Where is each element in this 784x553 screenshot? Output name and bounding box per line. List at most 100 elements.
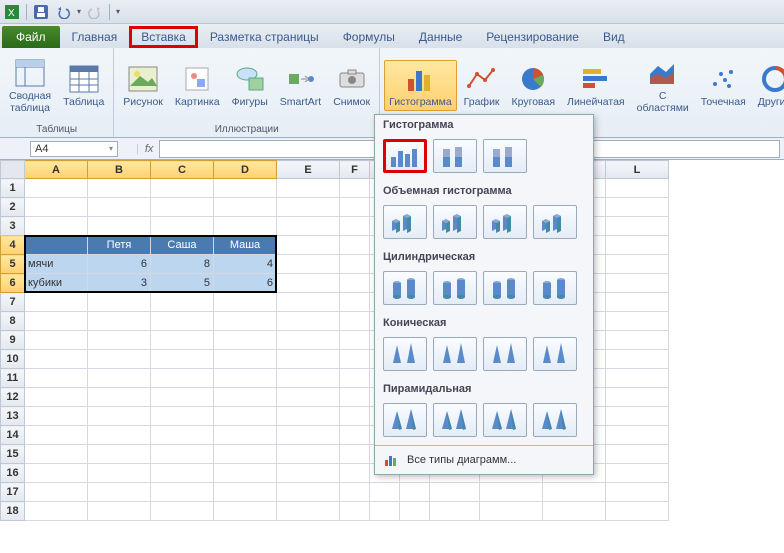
cell[interactable] bbox=[606, 426, 669, 445]
cell[interactable] bbox=[151, 331, 214, 350]
cell[interactable] bbox=[340, 255, 370, 274]
chart-type-option[interactable] bbox=[433, 271, 477, 305]
cell[interactable] bbox=[277, 255, 340, 274]
cell[interactable] bbox=[606, 502, 669, 521]
cell[interactable] bbox=[370, 502, 400, 521]
tab-view[interactable]: Вид bbox=[591, 26, 637, 48]
chart-type-option[interactable] bbox=[533, 337, 577, 371]
cell[interactable] bbox=[88, 350, 151, 369]
cell[interactable] bbox=[151, 198, 214, 217]
cell[interactable] bbox=[214, 407, 277, 426]
col-header[interactable]: A bbox=[25, 161, 88, 179]
cell[interactable] bbox=[277, 369, 340, 388]
cell[interactable] bbox=[25, 388, 88, 407]
cell[interactable] bbox=[25, 198, 88, 217]
cell[interactable] bbox=[277, 464, 340, 483]
cell[interactable] bbox=[214, 388, 277, 407]
cell[interactable] bbox=[606, 255, 669, 274]
cell[interactable] bbox=[277, 274, 340, 293]
cell[interactable] bbox=[340, 236, 370, 255]
cell[interactable] bbox=[214, 445, 277, 464]
row-header[interactable]: 12 bbox=[1, 388, 25, 407]
name-box-dropdown-icon[interactable]: ▾ bbox=[109, 144, 113, 153]
cell[interactable] bbox=[214, 483, 277, 502]
redo-icon[interactable] bbox=[87, 4, 103, 20]
cell[interactable] bbox=[340, 179, 370, 198]
cell[interactable] bbox=[214, 198, 277, 217]
row-header[interactable]: 6 bbox=[1, 274, 25, 293]
cell[interactable] bbox=[606, 293, 669, 312]
cell[interactable] bbox=[370, 483, 400, 502]
cell[interactable] bbox=[214, 217, 277, 236]
cell[interactable] bbox=[277, 483, 340, 502]
cell[interactable]: Саша bbox=[151, 236, 214, 255]
col-header[interactable]: L bbox=[606, 161, 669, 179]
cell[interactable] bbox=[88, 388, 151, 407]
cell[interactable] bbox=[430, 502, 480, 521]
row-header[interactable]: 8 bbox=[1, 312, 25, 331]
cell[interactable] bbox=[400, 502, 430, 521]
cell[interactable] bbox=[543, 483, 606, 502]
cell[interactable] bbox=[606, 388, 669, 407]
cell[interactable] bbox=[88, 331, 151, 350]
cell[interactable]: Петя bbox=[88, 236, 151, 255]
cell[interactable] bbox=[277, 331, 340, 350]
cell[interactable] bbox=[214, 369, 277, 388]
cell[interactable] bbox=[25, 236, 88, 255]
chart-type-option[interactable] bbox=[533, 271, 577, 305]
cell[interactable] bbox=[214, 464, 277, 483]
cell[interactable] bbox=[88, 426, 151, 445]
cell[interactable] bbox=[25, 483, 88, 502]
tab-review[interactable]: Рецензирование bbox=[474, 26, 591, 48]
cell[interactable] bbox=[340, 350, 370, 369]
cell[interactable] bbox=[25, 369, 88, 388]
cell[interactable] bbox=[25, 464, 88, 483]
pie-chart-button[interactable]: Круговая bbox=[507, 60, 561, 112]
cell[interactable] bbox=[606, 331, 669, 350]
row-header[interactable]: 13 bbox=[1, 407, 25, 426]
cell[interactable] bbox=[151, 293, 214, 312]
cell[interactable] bbox=[277, 426, 340, 445]
chart-type-option[interactable] bbox=[433, 205, 477, 239]
fx-icon[interactable]: fx bbox=[145, 143, 154, 155]
cell[interactable] bbox=[25, 426, 88, 445]
cell[interactable] bbox=[214, 502, 277, 521]
chart-type-option[interactable] bbox=[383, 139, 427, 173]
picture-button[interactable]: Рисунок bbox=[118, 60, 168, 112]
row-header[interactable]: 11 bbox=[1, 369, 25, 388]
chart-type-option[interactable] bbox=[383, 205, 427, 239]
cell[interactable] bbox=[25, 350, 88, 369]
cell[interactable] bbox=[151, 483, 214, 502]
cell[interactable]: Маша bbox=[214, 236, 277, 255]
row-header[interactable]: 14 bbox=[1, 426, 25, 445]
cell[interactable] bbox=[88, 464, 151, 483]
row-header[interactable]: 9 bbox=[1, 331, 25, 350]
chart-type-option[interactable] bbox=[433, 403, 477, 437]
cell[interactable]: 6 bbox=[214, 274, 277, 293]
chart-type-option[interactable] bbox=[383, 337, 427, 371]
cell[interactable] bbox=[25, 217, 88, 236]
clipart-button[interactable]: Картинка bbox=[170, 60, 225, 112]
undo-dropdown-icon[interactable]: ▾ bbox=[77, 7, 81, 16]
cell[interactable] bbox=[606, 369, 669, 388]
col-header[interactable]: F bbox=[340, 161, 370, 179]
cell[interactable] bbox=[151, 445, 214, 464]
chart-type-option[interactable] bbox=[483, 271, 527, 305]
row-header[interactable]: 16 bbox=[1, 464, 25, 483]
cell[interactable] bbox=[480, 483, 543, 502]
cell[interactable] bbox=[277, 179, 340, 198]
cell[interactable] bbox=[277, 293, 340, 312]
chart-type-option[interactable] bbox=[383, 403, 427, 437]
cell[interactable] bbox=[151, 464, 214, 483]
cell[interactable] bbox=[88, 445, 151, 464]
cell[interactable] bbox=[606, 407, 669, 426]
cell[interactable] bbox=[340, 198, 370, 217]
cell[interactable] bbox=[340, 369, 370, 388]
cell[interactable] bbox=[25, 445, 88, 464]
cell[interactable] bbox=[88, 217, 151, 236]
cell[interactable] bbox=[88, 502, 151, 521]
line-chart-button[interactable]: График bbox=[459, 60, 505, 112]
cell[interactable]: 4 bbox=[214, 255, 277, 274]
cell[interactable] bbox=[151, 502, 214, 521]
cell[interactable] bbox=[214, 426, 277, 445]
